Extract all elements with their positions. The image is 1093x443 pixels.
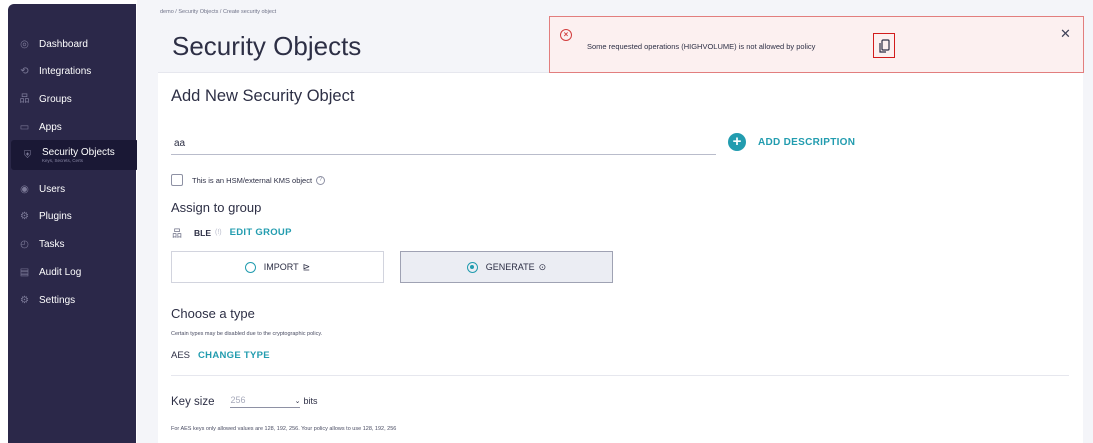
sidebar-item-sublabel: Keys, Secrets, Certs (42, 157, 84, 163)
generate-option-button[interactable]: GENERATE ⊙ (400, 251, 613, 283)
sidebar-item-security-objects[interactable]: ⛨ Security Objects Keys, Secrets, Certs (11, 140, 139, 170)
assign-group-title: Assign to group (171, 200, 262, 215)
import-icon: ⊵ (302, 261, 311, 272)
help-icon[interactable]: ? (316, 175, 326, 185)
error-alert: × Some requested operations (HIGHVOLUME)… (549, 16, 1084, 73)
settings-icon: ⚙ (20, 294, 29, 306)
group-name: BLE (194, 227, 211, 238)
sidebar-item-label: Groups (39, 93, 72, 105)
sidebar-item-label: Security Objects (42, 146, 115, 158)
group-row: 品 BLE (!) EDIT GROUP (172, 225, 292, 240)
import-radio (244, 261, 256, 273)
edit-group-button[interactable]: EDIT GROUP (230, 227, 292, 238)
sidebar-item-apps[interactable]: ▭ Apps (8, 114, 136, 140)
sidebar-item-users[interactable]: ◉ Users (8, 176, 136, 202)
group-hierarchy-icon: 品 (172, 229, 182, 240)
key-size-unit: bits (303, 396, 318, 406)
key-size-label: Key size (171, 396, 215, 408)
sidebar-item-tasks[interactable]: ◴ Tasks (8, 231, 136, 257)
type-title: Choose a type (171, 306, 255, 321)
groups-icon: 品 (19, 93, 30, 105)
integrations-icon: ⟲ (20, 65, 29, 77)
add-description-button[interactable]: + ADD DESCRIPTION (728, 133, 855, 151)
key-size-value: 256 (230, 395, 246, 405)
sidebar-item-label: Apps (39, 121, 62, 133)
copy-button[interactable] (873, 33, 895, 58)
import-option-button[interactable]: IMPORT ⊵ (171, 251, 384, 283)
import-label: IMPORT (263, 262, 299, 272)
hsm-checkbox[interactable] (171, 174, 183, 186)
plus-icon: + (728, 133, 746, 151)
info-icon: (!) (215, 229, 222, 236)
sidebar-item-label: Plugins (39, 210, 72, 222)
sidebar-item-label: Audit Log (39, 266, 82, 278)
type-value: AES (171, 350, 191, 361)
key-size-row: Key size 256 ⌄ bits (171, 395, 317, 408)
sidebar-item-settings[interactable]: ⚙ Settings (8, 287, 136, 313)
page-title: Security Objects (172, 31, 362, 61)
divider (171, 375, 1069, 376)
type-row: AES CHANGE TYPE (171, 350, 270, 361)
type-note: Certain types may be disabled due to the… (171, 331, 323, 337)
dashboard-icon: ◎ (20, 38, 29, 50)
alert-message: Some requested operations (HIGHVOLUME) i… (587, 42, 816, 51)
add-security-object-card: Add New Security Object + ADD DESCRIPTIO… (158, 72, 1083, 443)
sidebar-item-integrations[interactable]: ⟲ Integrations (8, 58, 136, 84)
breadcrumb[interactable]: demo / Security Objects / Create securit… (160, 9, 276, 15)
hsm-label: This is an HSM/external KMS object (192, 175, 313, 185)
plugins-icon: ⚙ (20, 210, 29, 222)
key-size-note: For AES keys only allowed values are 128… (171, 426, 397, 432)
key-size-select[interactable]: 256 ⌄ (230, 395, 301, 408)
sidebar-item-audit-log[interactable]: ▤ Audit Log (8, 259, 136, 285)
error-icon: × (560, 29, 572, 41)
sidebar-item-groups[interactable]: 品 Groups (8, 86, 136, 112)
sidebar-item-plugins[interactable]: ⚙ Plugins (8, 203, 136, 229)
close-icon[interactable]: ✕ (1060, 26, 1071, 42)
users-icon: ◉ (20, 183, 29, 195)
chevron-down-icon: ⌄ (294, 398, 301, 405)
sidebar-item-dashboard[interactable]: ◎ Dashboard (8, 31, 136, 57)
sidebar-item-label: Dashboard (39, 38, 88, 50)
form-title: Add New Security Object (171, 87, 355, 105)
generate-radio (466, 261, 478, 273)
audit-log-icon: ▤ (19, 266, 30, 278)
sidebar: ◎ Dashboard ⟲ Integrations 品 Groups ▭ Ap… (8, 4, 139, 443)
add-description-label: ADD DESCRIPTION (758, 136, 856, 148)
generate-label: GENERATE (485, 262, 535, 272)
sidebar-item-label: Tasks (39, 238, 65, 250)
sidebar-item-label: Users (39, 183, 66, 195)
apps-icon: ▭ (19, 121, 30, 133)
sidebar-item-label: Integrations (39, 65, 92, 77)
hsm-option: This is an HSM/external KMS object ? (171, 174, 326, 186)
tasks-icon: ◴ (20, 238, 29, 250)
sidebar-item-label: Settings (39, 294, 76, 306)
key-icon: ⛨ (23, 149, 32, 161)
copy-icon (878, 38, 890, 53)
change-type-button[interactable]: CHANGE TYPE (198, 350, 270, 361)
object-name-input[interactable] (171, 133, 716, 155)
generate-icon: ⊙ (538, 261, 547, 272)
